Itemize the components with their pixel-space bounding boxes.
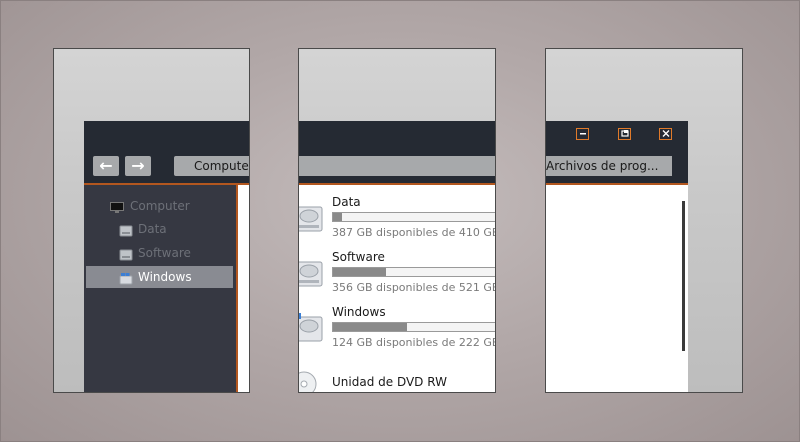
dvd-icon bbox=[299, 371, 317, 392]
drive-name: Data bbox=[332, 195, 361, 209]
drive-space-info: 356 GB disponibles de 521 GB bbox=[332, 281, 496, 294]
drive-item-software[interactable]: Software 356 GB disponibles de 521 GB bbox=[299, 250, 496, 300]
drive-name: Windows bbox=[332, 305, 386, 319]
breadcrumb-computer[interactable]: Computer bbox=[174, 156, 249, 176]
explorer-panel-middle: Data 387 GB disponibles de 410 GB Softwa… bbox=[298, 48, 496, 393]
drive-item-dvd[interactable]: Unidad de DVD RW bbox=[299, 371, 495, 392]
drive-usage-bar bbox=[332, 322, 495, 332]
sidebar-item-computer[interactable]: Computer bbox=[84, 195, 233, 217]
monitor-icon bbox=[110, 199, 124, 213]
sidebar-item-data[interactable]: Data bbox=[84, 218, 233, 240]
close-icon[interactable] bbox=[659, 128, 672, 140]
sidebar-item-software[interactable]: Software bbox=[84, 242, 233, 264]
sidebar-item-label: Computer bbox=[130, 199, 190, 213]
drive-usage-fill bbox=[333, 323, 408, 331]
hard-drive-icon bbox=[299, 258, 323, 288]
address-bar[interactable]: Archivos de prog... bbox=[546, 156, 672, 176]
explorer-panel-left: ← → Computer Computer Data Software Wind… bbox=[53, 48, 250, 393]
drive-usage-bar bbox=[332, 212, 495, 222]
drive-usage-fill bbox=[333, 213, 343, 221]
windows-drive-icon bbox=[299, 313, 323, 343]
drive-name: Software bbox=[332, 250, 385, 264]
explorer-window: Archivos de prog... bbox=[546, 121, 688, 392]
sidebar-item-label: Windows bbox=[138, 270, 192, 284]
drive-space-info: 124 GB disponibles de 222 GB bbox=[332, 336, 496, 349]
forward-button[interactable]: → bbox=[125, 156, 151, 176]
content-area bbox=[238, 185, 249, 392]
drive-icon bbox=[119, 246, 133, 261]
drive-item-data[interactable]: Data 387 GB disponibles de 410 GB bbox=[299, 195, 496, 245]
maximize-icon[interactable] bbox=[618, 128, 631, 140]
explorer-window: ← → Computer Computer Data Software Wind… bbox=[84, 121, 249, 392]
drive-icon bbox=[119, 222, 133, 237]
sidebar-item-label: Data bbox=[138, 222, 167, 236]
scrollbar[interactable] bbox=[682, 201, 685, 351]
sidebar-item-label: Software bbox=[138, 246, 191, 260]
drive-usage-bar bbox=[332, 267, 495, 277]
sidebar-item-windows[interactable]: Windows bbox=[86, 266, 233, 288]
explorer-panel-right: Archivos de prog... bbox=[545, 48, 743, 393]
drive-space-info: 387 GB disponibles de 410 GB bbox=[332, 226, 496, 239]
drive-item-windows[interactable]: Windows 124 GB disponibles de 222 GB bbox=[299, 305, 496, 355]
content-area bbox=[546, 185, 688, 392]
drive-usage-fill bbox=[333, 268, 387, 276]
back-button[interactable]: ← bbox=[93, 156, 119, 176]
windows-drive-icon bbox=[119, 270, 133, 285]
hard-drive-icon bbox=[299, 203, 323, 233]
address-bar[interactable] bbox=[299, 156, 495, 176]
minimize-icon[interactable] bbox=[576, 128, 589, 140]
drive-name: Unidad de DVD RW bbox=[332, 375, 447, 389]
